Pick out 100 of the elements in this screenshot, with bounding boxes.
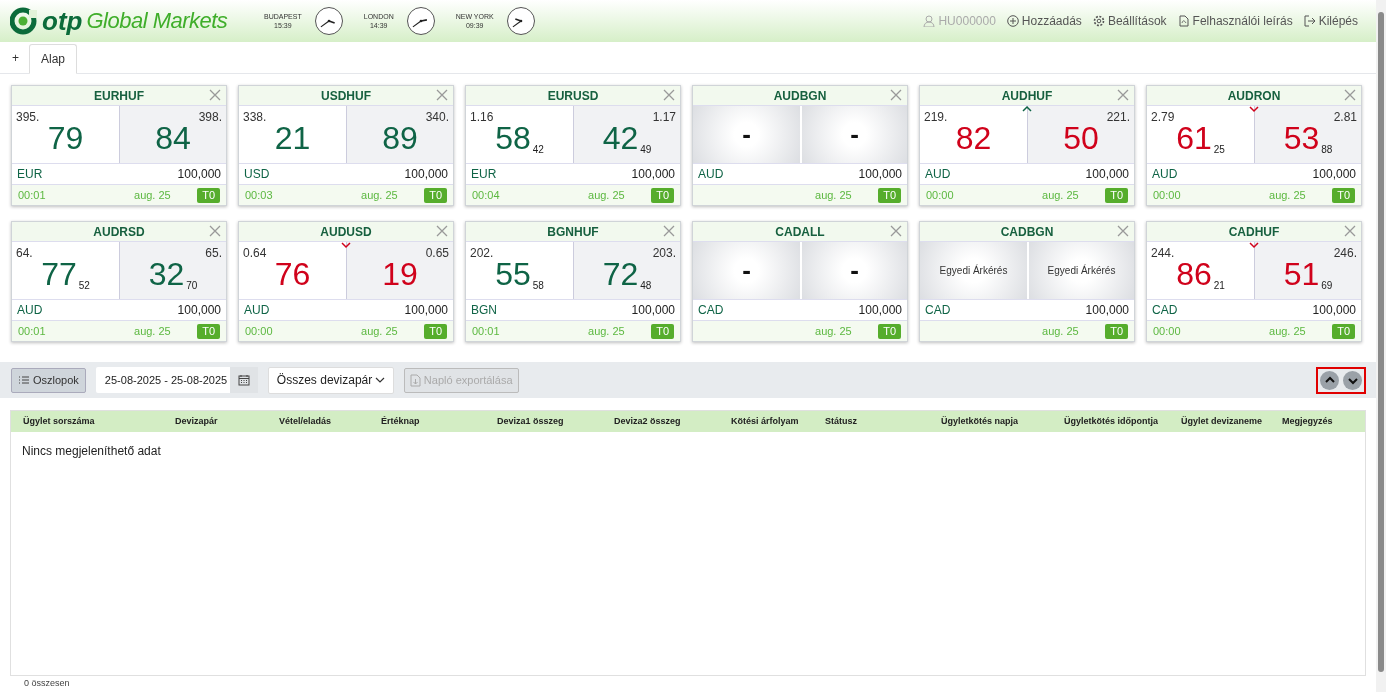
ask-price[interactable]: 340. 89 <box>346 106 453 163</box>
currency-label: USD <box>244 166 270 183</box>
column-header[interactable]: Ügylet sorszáma <box>11 414 163 429</box>
price-request-button[interactable]: Egyedi Árkérés <box>920 242 1027 299</box>
currency-pair: AUDUSD <box>320 223 372 241</box>
amount-value: 100,000 <box>1085 302 1129 319</box>
time-label: 00:01 <box>18 187 47 203</box>
tab[interactable]: Alap <box>29 44 78 74</box>
user-icon <box>923 15 936 27</box>
time-label: 00:01 <box>18 323 47 339</box>
close-icon[interactable] <box>663 225 675 237</box>
columns-button[interactable]: Oszlopok <box>11 367 86 393</box>
value-date: aug. 25 <box>361 187 398 203</box>
close-icon[interactable] <box>663 89 675 101</box>
column-header[interactable]: Deviza2 összeg <box>602 414 719 429</box>
amount-value: 100,000 <box>177 302 221 319</box>
close-icon[interactable] <box>209 89 221 101</box>
date-range-field[interactable]: 25-08-2025 - 25-08-2025 <box>95 367 230 393</box>
ask-price[interactable]: - <box>800 242 907 299</box>
user-id: HU000000 <box>923 12 996 30</box>
amount-value: 100,000 <box>631 166 675 183</box>
settings-icon <box>1092 15 1105 27</box>
currency-pair: USDHUF <box>321 87 371 105</box>
currency-label: AUD <box>698 166 724 183</box>
column-header[interactable]: Devizapár <box>163 414 267 429</box>
close-icon[interactable] <box>436 225 448 237</box>
currency-pair-dropdown[interactable]: Összes devizapár <box>267 366 394 394</box>
logo-text: Global Markets <box>86 10 228 32</box>
currency-pair: AUDRSD <box>93 223 145 241</box>
close-icon[interactable] <box>209 225 221 237</box>
value-date: aug. 25 <box>1042 323 1079 339</box>
value-date: aug. 25 <box>361 323 398 339</box>
price-request-button[interactable]: Egyedi Árkérés <box>1027 242 1134 299</box>
time-label: 00:00 <box>1153 187 1182 203</box>
tab[interactable]: + <box>2 43 29 73</box>
column-header[interactable]: Ügyletkötés időpontja <box>1052 414 1169 429</box>
amount-value: 100,000 <box>404 166 448 183</box>
currency-label: AUD <box>17 302 43 319</box>
time-label: 00:00 <box>926 187 955 203</box>
ask-price[interactable]: 0.65 19 <box>346 242 453 299</box>
close-icon[interactable] <box>1344 225 1356 237</box>
row-count: 0 összesen <box>24 677 70 691</box>
currency-pair: EURHUF <box>94 87 144 105</box>
currency-pair: CADHUF <box>1228 223 1280 241</box>
time-label: 00:03 <box>245 187 274 203</box>
plus-circle-icon <box>1006 15 1019 27</box>
column-header[interactable]: Deviza1 összeg <box>485 414 602 429</box>
column-header[interactable]: Ügylet devizaneme <box>1169 414 1270 429</box>
amount-value: 100,000 <box>858 302 902 319</box>
amount-value: 100,000 <box>858 166 902 183</box>
currency-label: BGN <box>471 302 497 319</box>
list-icon <box>18 375 30 385</box>
column-header[interactable]: Ügyletkötés napja <box>929 414 1052 429</box>
empty-message: Nincs megjeleníthető adat <box>22 444 161 458</box>
clock-icon <box>505 6 536 36</box>
calendar-icon[interactable] <box>237 374 250 386</box>
column-header[interactable]: Megjegyzés <box>1270 414 1361 429</box>
header-link[interactable]: Kilépés <box>1303 12 1358 30</box>
bid-price[interactable]: - <box>693 242 800 299</box>
close-icon[interactable] <box>1117 225 1129 237</box>
currency-label: AUD <box>1152 166 1178 183</box>
logout-icon <box>1303 15 1316 27</box>
clock-icon <box>313 6 344 36</box>
header-link[interactable]: Felhasználói leírás <box>1177 12 1293 30</box>
currency-pair: CADBGN <box>1000 223 1054 241</box>
clock-icon <box>405 6 436 36</box>
value-date: aug. 25 <box>1042 187 1079 203</box>
column-header[interactable]: Kötési árfolyam <box>719 414 813 429</box>
currency-label: EUR <box>17 166 43 183</box>
value-date: aug. 25 <box>1269 187 1306 203</box>
amount-value: 100,000 <box>1085 166 1129 183</box>
time-label: 00:00 <box>245 323 274 339</box>
amount-value: 100,000 <box>1312 166 1356 183</box>
scroll-down-button[interactable] <box>1343 370 1362 390</box>
currency-pair: AUDHUF <box>1001 87 1053 105</box>
close-icon[interactable] <box>1344 89 1356 101</box>
ask-price[interactable]: 398. 84 <box>119 106 226 163</box>
header-link[interactable]: Hozzáadás <box>1006 12 1082 30</box>
amount-value: 100,000 <box>177 166 221 183</box>
header-link[interactable]: Beállítások <box>1092 12 1167 30</box>
column-header[interactable]: Státusz <box>813 414 929 429</box>
column-header[interactable]: Értéknap <box>369 414 485 429</box>
scrollbar[interactable] <box>1376 0 1386 692</box>
currency-pair: EURUSD <box>547 87 599 105</box>
close-icon[interactable] <box>890 225 902 237</box>
currency-pair: AUDRON <box>1227 87 1281 105</box>
chevron-down-icon <box>374 376 385 384</box>
amount-value: 100,000 <box>1312 302 1356 319</box>
column-header[interactable]: Vétel/eladás <box>267 414 369 429</box>
ask-price[interactable]: 221. 50 <box>1027 106 1134 163</box>
value-date: aug. 25 <box>134 323 171 339</box>
bid-price[interactable]: - <box>693 106 800 163</box>
close-icon[interactable] <box>890 89 902 101</box>
currency-pair: BGNHUF <box>547 223 599 241</box>
value-date: aug. 25 <box>134 187 171 203</box>
close-icon[interactable] <box>1117 89 1129 101</box>
ask-price[interactable]: - <box>800 106 907 163</box>
currency-label: CAD <box>698 302 724 319</box>
close-icon[interactable] <box>436 89 448 101</box>
scroll-up-button[interactable] <box>1320 370 1339 390</box>
